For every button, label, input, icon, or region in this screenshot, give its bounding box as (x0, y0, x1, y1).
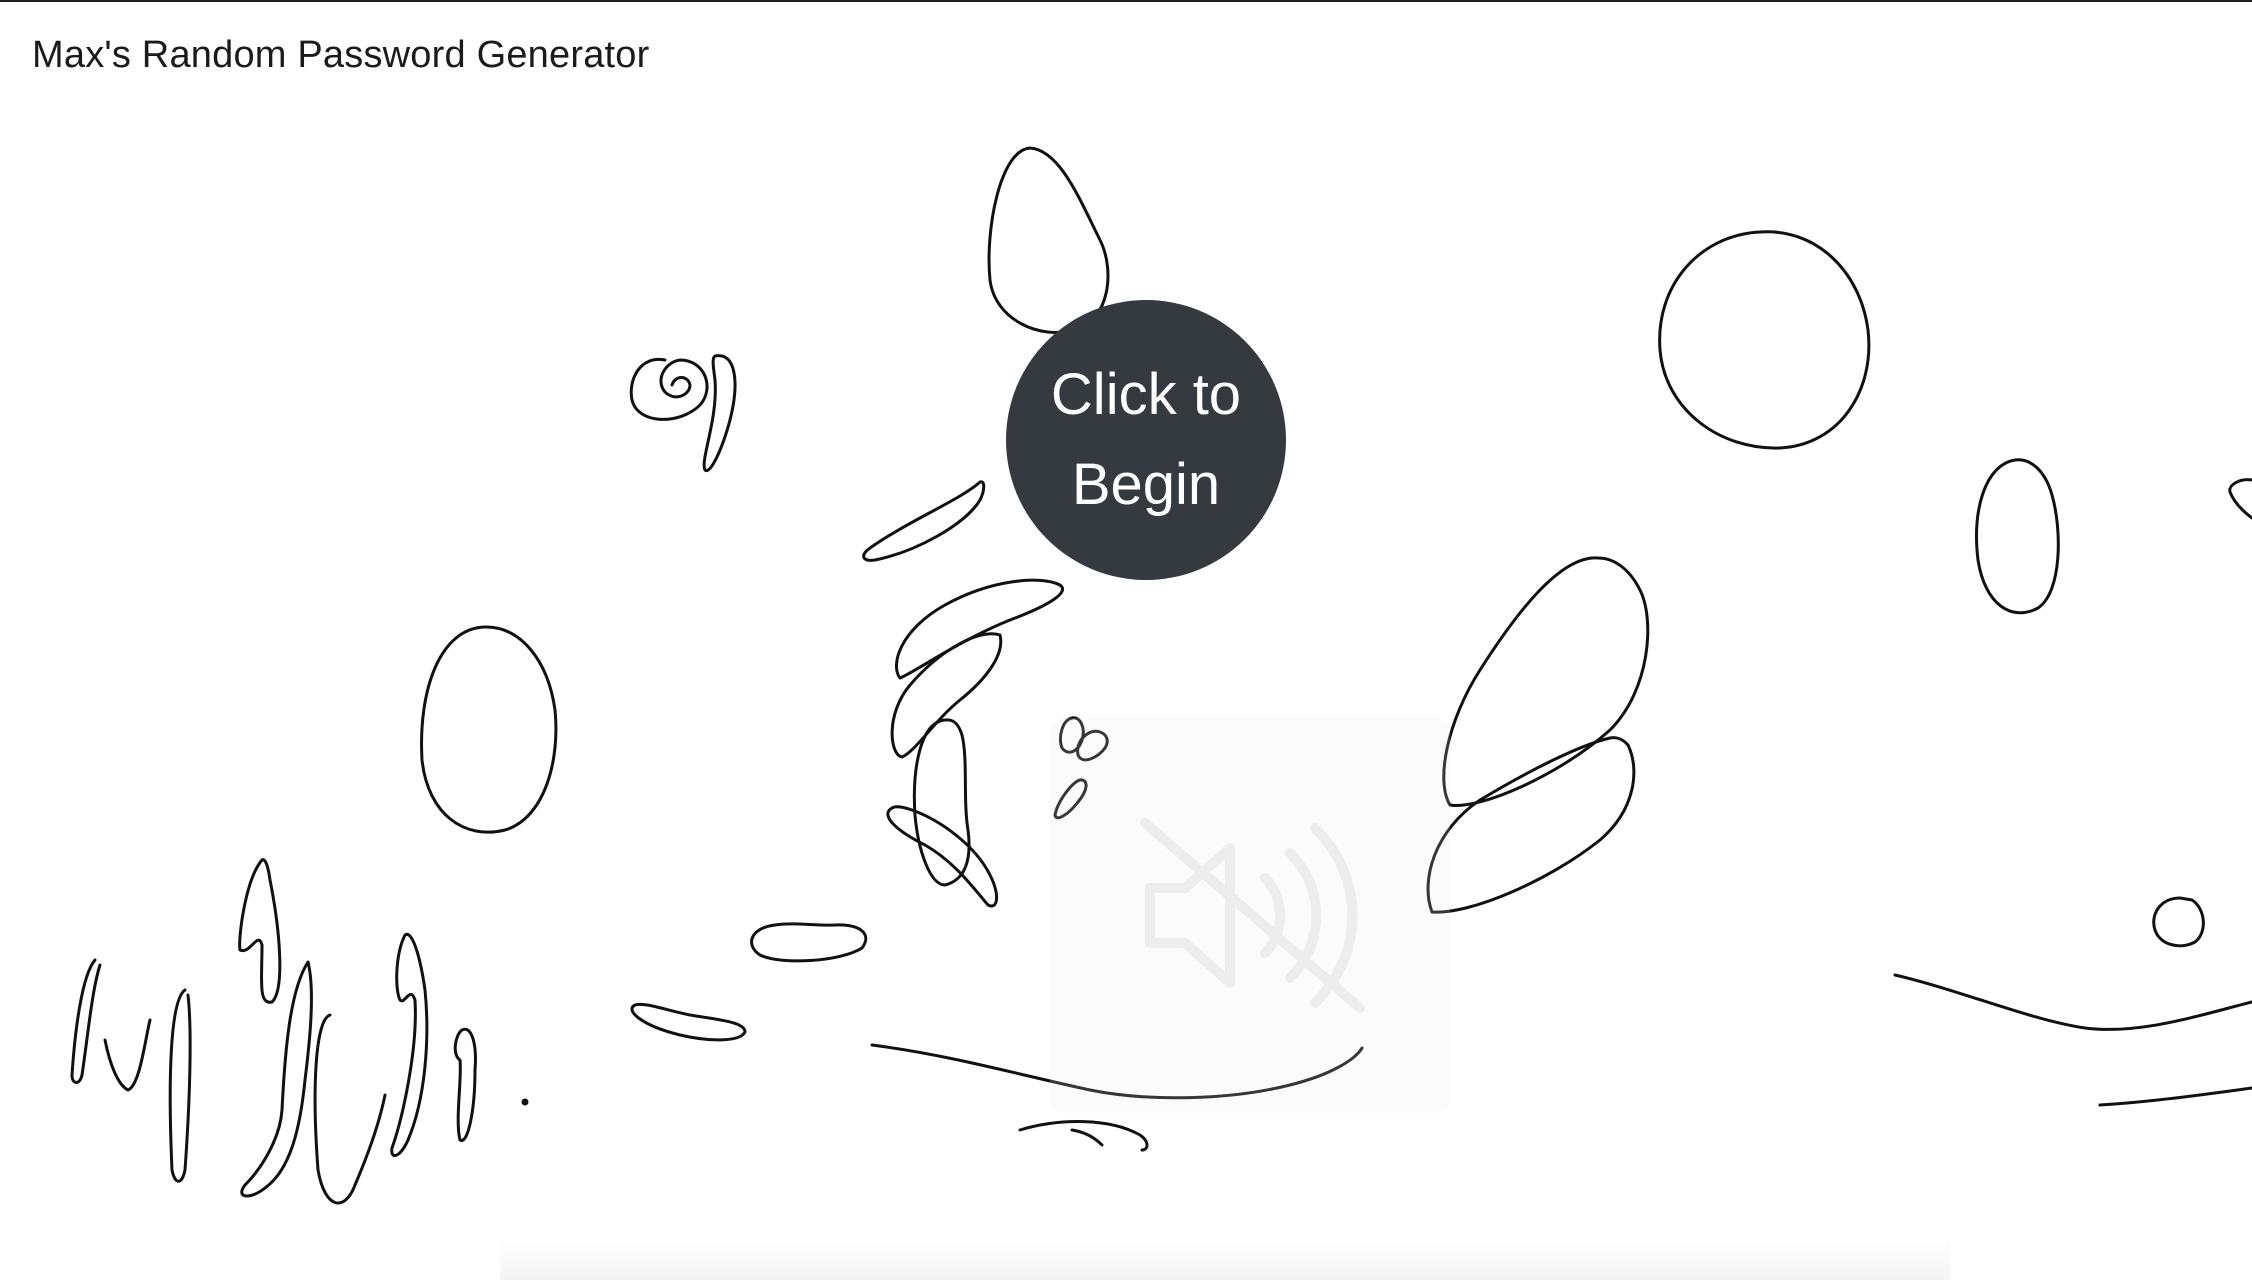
bottom-shadow (500, 1235, 1950, 1280)
doodle-line (1070, 1128, 1104, 1147)
speaker-muted-icon (1140, 818, 1365, 1013)
doodle-dot (521, 1098, 529, 1106)
doodle-shape (862, 480, 986, 562)
page: Max's Random Password Generator Click to… (0, 0, 2252, 1280)
doodle-line (453, 1027, 477, 1142)
doodle-shape (987, 146, 1110, 335)
click-to-begin-button[interactable]: Click to Begin (1006, 300, 1286, 580)
doodle-line (1893, 973, 2252, 1031)
doodle-line (313, 1013, 387, 1205)
doodle-line (168, 988, 192, 1183)
doodle-line (2098, 1086, 2252, 1107)
doodle-line (70, 958, 102, 1084)
doodle-shape (420, 625, 558, 834)
doodle-shape (890, 632, 1003, 759)
doodle-shape (912, 718, 971, 887)
doodle-shape (1442, 556, 1650, 807)
doodle-shape (630, 1002, 747, 1042)
doodle-line (103, 1018, 152, 1092)
doodle-shape (702, 354, 737, 473)
doodle-shape (886, 805, 998, 908)
doodle-line (1018, 1120, 1149, 1152)
doodle-shape (2152, 896, 2205, 948)
doodle-shape (629, 357, 709, 421)
doodle-shape (1426, 736, 1636, 914)
doodle-line (238, 858, 282, 1004)
mute-indicator[interactable] (1050, 718, 1450, 1113)
doodle-shape (750, 922, 868, 963)
doodle-line (390, 932, 429, 1157)
doodle-shape (895, 578, 1064, 680)
doodle-shape (1658, 230, 1871, 450)
doodle-shape (1975, 458, 2060, 615)
doodle-shape (2228, 478, 2252, 520)
